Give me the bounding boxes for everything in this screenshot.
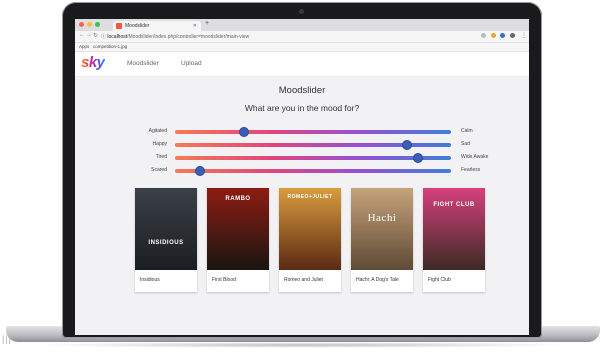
bookmark-apps[interactable]: Apps — [79, 44, 89, 49]
mood-question: What are you in the mood for? — [244, 103, 360, 113]
extension-icon[interactable] — [491, 33, 496, 38]
tab-title: Moodslider — [125, 23, 150, 29]
sky-logo[interactable]: sky — [81, 54, 105, 71]
movie-card[interactable]: Hachi Hachi: A Dog's Tale — [351, 188, 413, 292]
slider-row-scared-fearless: Scared Fearless — [75, 166, 529, 176]
slider-right-label: Sad — [461, 141, 470, 147]
slider-row-agitated-calm: Agitated Calm — [75, 127, 529, 137]
movie-title: Romeo and Juliet — [284, 277, 323, 283]
movie-title: Fight Club — [428, 277, 451, 283]
window-controls — [79, 22, 100, 27]
new-tab-icon[interactable]: + — [205, 20, 209, 27]
url-host: localhost — [107, 34, 128, 40]
movie-poster[interactable]: INSIDIOUS — [135, 188, 197, 270]
reload-icon[interactable]: ↻ — [93, 32, 98, 39]
star-icon[interactable] — [481, 33, 486, 38]
laptop-lid: Moodslider ✕ + ← → ↻ ⓘ localhost/Moodsli… — [62, 2, 542, 338]
movie-card[interactable]: FIGHT CLUB Fight Club — [423, 188, 485, 292]
movie-poster[interactable]: ROMEO+JULIET — [279, 188, 341, 270]
address-bar: ← → ↻ ⓘ localhost/Moodslider/index.php/c… — [75, 31, 529, 43]
movie-card[interactable]: ROMEO+JULIET Romeo and Juliet — [279, 188, 341, 292]
menu-icon[interactable]: ⋮ — [521, 32, 527, 39]
poster-title-text: FIGHT CLUB — [433, 202, 475, 208]
slider-thumb[interactable] — [402, 141, 411, 149]
browser-tabbar: Moodslider ✕ + — [75, 19, 529, 31]
poster-title-text: RAMBO — [225, 196, 251, 202]
poster-title-text: INSIDIOUS — [148, 240, 184, 246]
slider-row-tired-wide-awake: Tired Wide Awake — [75, 153, 529, 163]
url-field[interactable]: ⓘ localhost/Moodslider/index.php/control… — [101, 33, 249, 40]
url-path: /Moodslider/index.php/controller=moodsli… — [127, 34, 250, 40]
tab-close-icon[interactable]: ✕ — [193, 21, 197, 31]
profile-icon[interactable] — [510, 33, 515, 38]
close-window-button[interactable] — [79, 22, 84, 27]
mood-slider-track[interactable] — [175, 167, 451, 175]
bookmarks-bar: Apps competition-1.jpg — [75, 43, 529, 52]
nav-moodslider[interactable]: Moodslider — [127, 60, 159, 67]
forward-icon[interactable]: → — [86, 32, 92, 38]
slider-right-label: Wide Awake — [461, 154, 489, 160]
browser-tab[interactable]: Moodslider ✕ — [113, 21, 201, 31]
page-title: Moodslider — [278, 85, 326, 96]
slider-thumb[interactable] — [195, 167, 204, 175]
mood-slider-track[interactable] — [175, 128, 451, 136]
camera — [299, 9, 304, 14]
laptop-shadow — [30, 342, 576, 348]
slider-left-label: Happy — [152, 141, 167, 147]
movie-poster[interactable]: Hachi — [351, 188, 413, 270]
nav-upload[interactable]: Upload — [181, 60, 202, 67]
slider-row-happy-sad: Happy Sad — [75, 140, 529, 150]
app-navbar: sky Moodslider Upload — [75, 52, 529, 77]
movie-card[interactable]: INSIDIOUS Insidious — [135, 188, 197, 292]
movie-poster[interactable]: FIGHT CLUB — [423, 188, 485, 270]
poster-title-text: Hachi — [367, 212, 397, 224]
movie-card[interactable]: RAMBO First Blood — [207, 188, 269, 292]
back-icon[interactable]: ← — [79, 32, 85, 38]
maximize-window-button[interactable] — [95, 22, 100, 27]
screen: Moodslider ✕ + ← → ↻ ⓘ localhost/Moodsli… — [75, 19, 529, 335]
mood-slider-track[interactable] — [175, 141, 451, 149]
movie-list: INSIDIOUS Insidious RAMBO First Blood RO… — [135, 188, 485, 292]
slider-thumb[interactable] — [413, 154, 422, 162]
movie-title: Hachi: A Dog's Tale — [356, 277, 399, 283]
mood-slider-track[interactable] — [175, 154, 451, 162]
main-content: Moodslider What are you in the mood for?… — [75, 77, 529, 334]
movie-title: First Blood — [212, 277, 236, 283]
slider-right-label: Fearless — [461, 167, 481, 173]
slider-left-label: Tired — [155, 154, 167, 160]
slider-right-label: Calm — [461, 128, 473, 134]
slider-thumb[interactable] — [240, 128, 248, 136]
poster-title-text: ROMEO+JULIET — [287, 194, 333, 200]
favicon-icon — [116, 23, 122, 29]
minimize-window-button[interactable] — [87, 22, 92, 27]
bookmark-competition[interactable]: competition-1.jpg — [93, 44, 127, 49]
movie-title: Insidious — [140, 277, 160, 283]
extension-icon[interactable] — [500, 33, 505, 38]
slider-left-label: Agitated — [148, 128, 167, 134]
movie-poster[interactable]: RAMBO — [207, 188, 269, 270]
slider-left-label: Scared — [151, 167, 167, 173]
